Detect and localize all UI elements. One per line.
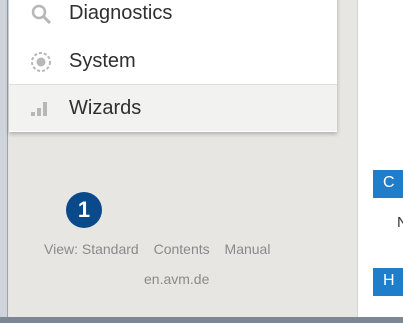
main-panel-edge: C N H	[357, 0, 403, 317]
left-rail	[0, 0, 8, 323]
sidebar-item-wizards[interactable]: Wizards	[9, 84, 337, 131]
footer-links: View: Standard Contents Manual	[44, 241, 334, 257]
step-badge: 1	[66, 192, 102, 228]
panel-text: N	[397, 214, 403, 231]
content-tab[interactable]: C	[373, 170, 403, 198]
diagnostics-icon	[29, 2, 53, 26]
help-tab-label: H	[383, 272, 395, 289]
sidebar-item-label: System	[69, 50, 136, 72]
bottom-rail	[0, 317, 403, 323]
sidebar-item-diagnostics[interactable]: Diagnostics	[9, 0, 337, 37]
manual-link[interactable]: Manual	[225, 241, 271, 257]
footer-domain-link[interactable]: en.avm.de	[144, 271, 209, 287]
view-standard-link[interactable]: View: Standard	[44, 241, 139, 257]
content-tab-label: C	[383, 174, 395, 191]
sidebar-menu: Diagnostics System Wizards	[9, 0, 337, 132]
screen: Diagnostics System Wizards 1 View: Stand…	[0, 0, 403, 323]
sidebar-item-label: Wizards	[69, 96, 142, 119]
system-icon	[29, 50, 53, 74]
wizards-icon	[29, 96, 53, 120]
sidebar-item-system[interactable]: System	[9, 38, 337, 85]
sidebar-item-label: Diagnostics	[69, 2, 173, 24]
contents-link[interactable]: Contents	[154, 241, 210, 257]
help-tab[interactable]: H	[373, 268, 403, 296]
